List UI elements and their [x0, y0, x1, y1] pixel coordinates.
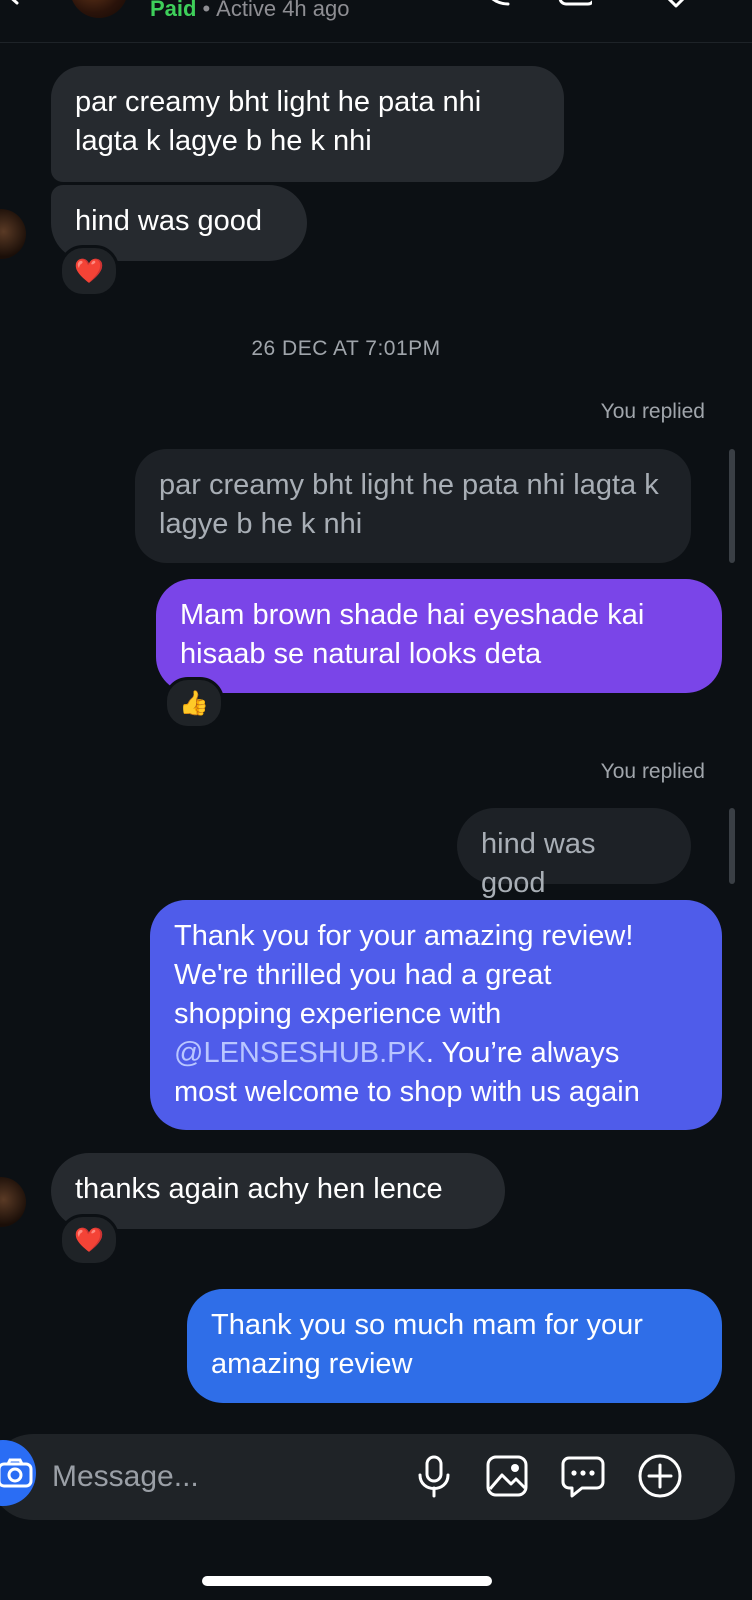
you-replied-label: You replied: [600, 760, 705, 783]
microphone-icon[interactable]: [411, 1453, 457, 1499]
quoted-text-line: par creamy bht light he pata nhi lagta k: [159, 469, 659, 501]
message-text-line: Mam brown shade hai eyeshade kai: [180, 599, 645, 631]
sent-message[interactable]: Thank you so much mam for your amazing r…: [187, 1289, 722, 1403]
message-text-line: lagta k lagye b he k nhi: [75, 125, 372, 157]
heart-icon: ❤️: [74, 257, 104, 285]
sent-message[interactable]: Thank you for your amazing review! We're…: [150, 900, 722, 1130]
you-replied-label: You replied: [600, 400, 705, 423]
message-text-line: par creamy bht light he pata nhi: [75, 86, 482, 118]
quoted-message[interactable]: par creamy bht light he pata nhi lagta k…: [135, 449, 691, 563]
video-call-icon[interactable]: [558, 0, 592, 8]
status-separator: •: [202, 0, 211, 21]
quoted-text: hind was good: [481, 828, 596, 899]
reply-indicator-bar: [729, 449, 735, 563]
image-icon[interactable]: [484, 1453, 530, 1499]
thumbs-up-icon: 👍: [179, 689, 209, 717]
phone-icon[interactable]: [478, 0, 512, 8]
contact-status: Paid • Active 4h ago: [150, 0, 349, 22]
message-text-line: @LENSESHUB.PK. You’re always: [174, 1034, 698, 1073]
message-text: thanks again achy hen lence: [75, 1173, 443, 1205]
quoted-text-line: lagye b he k nhi: [159, 508, 363, 540]
contact-avatar-small[interactable]: [0, 1177, 26, 1227]
active-status: Active 4h ago: [216, 0, 350, 21]
heart-icon: ❤️: [74, 1226, 104, 1254]
message-text-line: shopping experience with: [174, 998, 502, 1030]
chat-header: Paid • Active 4h ago: [0, 0, 752, 43]
reply-indicator-bar: [729, 808, 735, 884]
received-message[interactable]: par creamy bht light he pata nhi lagta k…: [51, 66, 564, 182]
message-text-line: Thank you so much mam for your: [211, 1309, 643, 1341]
chat-bubble-icon[interactable]: [560, 1453, 606, 1499]
home-indicator[interactable]: [202, 1576, 492, 1586]
plus-circle-icon[interactable]: [637, 1453, 683, 1499]
message-text-line: Thank you for your amazing review!: [174, 920, 634, 952]
camera-icon: [0, 1458, 33, 1488]
mention-link[interactable]: @LENSESHUB.PK: [174, 1037, 426, 1069]
quoted-message[interactable]: hind was good: [457, 808, 691, 899]
contact-avatar-small[interactable]: [0, 209, 26, 259]
tag-icon[interactable]: [660, 0, 694, 8]
message-text-line: hisaab se natural looks deta: [180, 638, 542, 670]
heart-reaction[interactable]: ❤️: [59, 245, 119, 297]
message-text-line: We're thrilled you had a great: [174, 959, 552, 991]
chevron-left-icon[interactable]: [2, 0, 24, 6]
message-text: hind was good: [75, 205, 263, 237]
thumbs-up-reaction[interactable]: 👍: [164, 677, 224, 729]
date-separator: 26 DEC AT 7:01PM: [251, 337, 441, 360]
paid-label: Paid: [150, 0, 197, 21]
received-message[interactable]: thanks again achy hen lence: [51, 1153, 505, 1229]
contact-avatar[interactable]: [70, 0, 128, 18]
message-text-line: amazing review: [211, 1348, 413, 1380]
message-input[interactable]: [50, 1452, 384, 1502]
message-text-line: most welcome to shop with us again: [174, 1076, 640, 1108]
message-text-fragment: . You’re always: [425, 1037, 620, 1069]
sent-message[interactable]: Mam brown shade hai eyeshade kai hisaab …: [156, 579, 722, 693]
heart-reaction[interactable]: ❤️: [59, 1214, 119, 1266]
